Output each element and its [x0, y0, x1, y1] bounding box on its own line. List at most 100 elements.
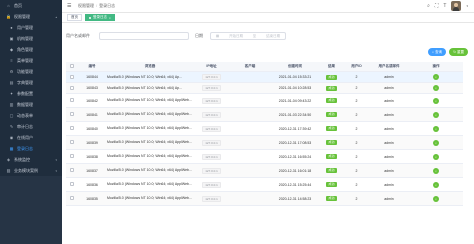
cell-username: admin [384, 182, 394, 187]
header-ip[interactable]: IP地址 [194, 64, 229, 69]
sidebar-item[interactable]: ▣ 机构管理 [0, 33, 62, 44]
cell-operation: ⌕ [409, 181, 463, 188]
row-checkbox[interactable] [70, 98, 74, 102]
view-detail-button[interactable]: ⌕ [433, 139, 439, 146]
tag-login-log[interactable]: 登录日志 × [85, 14, 115, 21]
cell-result: 成功 [319, 140, 344, 145]
fullscreen-icon[interactable]: ⛶ [435, 3, 439, 9]
table-row[interactable]: 160842 Mozilla/5.0 (Windows NT 10.0; Win6… [66, 94, 463, 108]
table-row[interactable]: 160838 Mozilla/5.0 (Windows NT 10.0; Win6… [66, 150, 463, 164]
view-detail-button[interactable]: ⌕ [433, 125, 439, 132]
sidebar-item-label: 用户管理 [17, 24, 33, 30]
case-icon: ▧ [6, 168, 11, 173]
view-detail-button[interactable]: ⌕ [433, 111, 439, 118]
table-row[interactable]: 160843 Mozilla/5.0 (Windows NT 10.0; Win6… [66, 83, 463, 94]
cell-username: admin [384, 98, 394, 103]
cell-time: 2020-12-31 17:39:42 [278, 126, 312, 131]
cell-result: 成功 [319, 85, 344, 91]
row-checkbox[interactable] [70, 168, 74, 172]
table-row[interactable]: 160839 Mozilla/5.0 (Windows NT 10.0; Win6… [66, 136, 463, 150]
row-checkbox[interactable] [70, 154, 74, 158]
view-detail-button[interactable]: ⌕ [433, 97, 439, 104]
sidebar-item[interactable]: ▤ 字典管理 [0, 77, 62, 88]
sidebar-item[interactable]: ⌂ 首页 [0, 0, 62, 11]
row-checkbox-cell [66, 112, 78, 117]
cell-result: 成功 [319, 196, 344, 201]
row-checkbox[interactable] [70, 182, 74, 186]
header-result[interactable]: 结果 [319, 64, 344, 69]
ip-tag: 127.0.0.1 [202, 97, 221, 104]
header-client[interactable]: 客户端 [229, 64, 271, 69]
sidebar-item[interactable]: ✎ 审计日志 [0, 121, 62, 132]
table-row[interactable]: 160841 Mozilla/5.0 (Windows NT 10.0; Win6… [66, 108, 463, 122]
avatar[interactable] [451, 1, 462, 11]
date-range-picker[interactable]: ▦ 开始日期 至 结束日期 [210, 32, 286, 40]
view-detail-button[interactable]: ⌕ [433, 85, 439, 91]
cell-user-id: 2 [355, 196, 358, 201]
search-button[interactable]: ⌕ 查询 [428, 48, 447, 56]
cell-time: 2020-12-31 15:25:44 [278, 182, 312, 187]
header-id[interactable]: 编号 [78, 64, 106, 69]
header-username[interactable]: 用户名或邮件 [369, 64, 409, 69]
view-detail-button[interactable]: ⌕ [433, 74, 439, 80]
breadcrumb-item[interactable]: 权限管理 [78, 3, 94, 8]
row-checkbox[interactable] [70, 74, 74, 79]
sidebar-item[interactable]: ◈ 系统监控 ▾ [0, 154, 62, 165]
view-detail-button[interactable]: ⌕ [433, 181, 439, 188]
sidebar: ⌂ 首页 🔒 权限管理 ▴ ● 用户管理 ▣ 机构管理 ◆ 角色管理 ≡ 菜单管理 ⚙ 功能管理 ▤ 字典管理 ✦… [0, 0, 62, 244]
sidebar-item[interactable]: ● 用户管理 [0, 22, 62, 33]
select-all-checkbox[interactable] [70, 64, 74, 68]
sidebar-item[interactable]: ⚙ 功能管理 [0, 66, 62, 77]
cell-id: 160844 [86, 75, 98, 79]
table-row[interactable]: 160836 Mozilla/5.0 (Windows NT 10.0; Win6… [66, 178, 463, 192]
view-detail-button[interactable]: ⌕ [433, 195, 439, 202]
sidebar-item[interactable]: ▥ 数据管理 [0, 99, 62, 110]
table-row[interactable]: 160840 Mozilla/5.0 (Windows NT 10.0; Win6… [66, 122, 463, 136]
sidebar-item[interactable]: ◉ 在线用户 [0, 132, 62, 143]
ip-tag: 127.0.0.1 [202, 181, 221, 188]
chevron-down-icon[interactable]: ▾ [466, 4, 468, 8]
search-icon[interactable]: ⌕ [427, 3, 430, 9]
tags-view: 首页 登录日志 × [62, 13, 474, 23]
cell-agent: Mozilla/5.0 (Windows NT 10.0; Win64; x64… [106, 196, 194, 201]
reset-button[interactable]: ↻ 重置 [449, 48, 468, 56]
row-checkbox[interactable] [70, 140, 74, 144]
font-size-icon[interactable]: T [443, 3, 446, 9]
tag-label: 首页 [71, 15, 78, 19]
row-checkbox[interactable] [70, 196, 74, 200]
header-agent[interactable]: 浏览器 [106, 64, 194, 69]
cell-agent: Mozilla/5.0 (Windows NT 10.0; Win64; x64… [106, 126, 194, 131]
row-checkbox[interactable] [70, 112, 74, 116]
row-checkbox[interactable] [70, 85, 74, 90]
table-row[interactable]: 160844 Mozilla/5.0 (Windows NT 10.0; Win6… [66, 72, 463, 83]
sidebar-item[interactable]: ▦ 登录日志 [0, 143, 62, 154]
row-checkbox-cell [66, 140, 78, 145]
tag-home[interactable]: 首页 [67, 14, 82, 21]
sidebar-item-label: 动态表单 [17, 112, 33, 118]
header-time[interactable]: 创建时间 [271, 64, 319, 69]
cell-operation: ⌕ [409, 125, 463, 132]
sidebar-item-label: 审计日志 [17, 123, 33, 129]
table-row[interactable]: 160837 Mozilla/5.0 (Windows NT 10.0; Win6… [66, 164, 463, 178]
reset-button-label: 重置 [457, 49, 464, 54]
view-detail-button[interactable]: ⌕ [433, 153, 439, 160]
cell-result: 成功 [319, 168, 344, 173]
online-icon: ◉ [9, 135, 14, 140]
sidebar-item[interactable]: ▧ 业务模块案例 ▾ [0, 165, 62, 176]
sidebar-item[interactable]: 🔒 权限管理 ▴ [0, 11, 62, 22]
start-date-placeholder: 开始日期 [229, 33, 243, 38]
close-icon[interactable]: × [109, 16, 111, 20]
table-row[interactable]: 160835 Mozilla/5.0 (Windows NT 10.0; Win6… [66, 192, 463, 206]
sidebar-item[interactable]: ◆ 角色管理 [0, 44, 62, 55]
sidebar-item-label: 功能管理 [17, 68, 33, 74]
view-detail-button[interactable]: ⌕ [433, 167, 439, 174]
hamburger-icon[interactable]: ☰ [67, 3, 75, 9]
sidebar-item[interactable]: ✦ 参数配置 [0, 88, 62, 99]
cell-id: 160842 [86, 98, 98, 103]
sidebar-item[interactable]: ≡ 菜单管理 [0, 55, 62, 66]
row-checkbox[interactable] [70, 126, 74, 130]
username-input[interactable] [99, 32, 189, 40]
cell-ip: 127.0.0.1 [194, 153, 229, 160]
sidebar-item[interactable]: ▢ 动态表单 [0, 110, 62, 121]
header-user-id[interactable]: 用户ID [344, 64, 369, 69]
